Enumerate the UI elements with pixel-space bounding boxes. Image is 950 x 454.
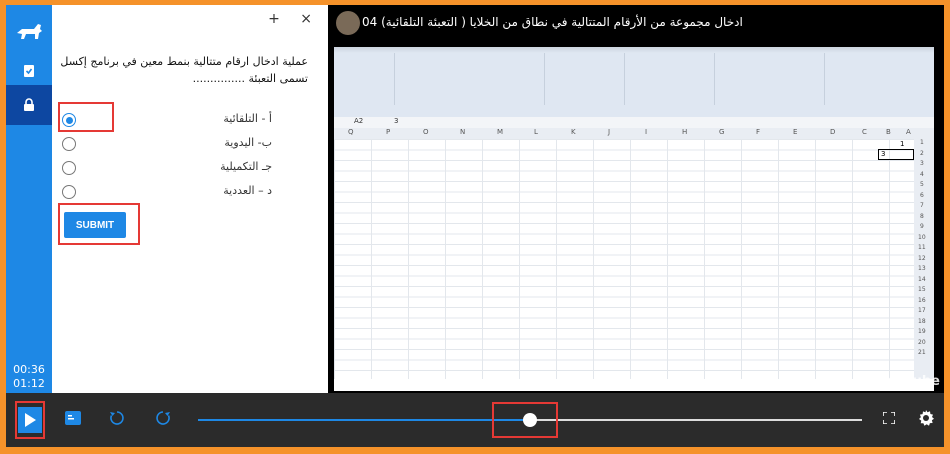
youtube-watermark[interactable]: YouTube xyxy=(879,374,940,389)
option-d[interactable]: د – العددية xyxy=(62,181,302,203)
quiz-header-actions: + × xyxy=(268,11,320,27)
dog-logo-icon xyxy=(17,24,42,39)
gear-icon xyxy=(919,410,934,426)
progress-fill xyxy=(198,419,530,421)
option-label: ب- اليدوية xyxy=(224,136,272,149)
lock-icon xyxy=(24,98,34,111)
name-box: A2 xyxy=(354,117,364,125)
video-title-bar: ادخال مجموعة من الأرقام المتتالية في نطا… xyxy=(328,5,944,53)
settings-button[interactable] xyxy=(916,408,936,428)
radio-icon[interactable] xyxy=(62,185,76,199)
play-button[interactable] xyxy=(18,407,42,433)
play-icon xyxy=(25,413,36,427)
video-player[interactable]: A2 3 Q P O N M L K J I H G F E D C B A 1… xyxy=(328,5,944,393)
rewind-5-icon xyxy=(110,411,124,425)
radio-selected-icon[interactable] xyxy=(62,113,76,127)
fullscreen-icon xyxy=(883,412,895,424)
row-headers: 1 2 3 4 5 6 7 8 9 10 11 12 13 14 15 16 1… xyxy=(914,139,934,379)
player-controls xyxy=(6,393,944,447)
transcript-icon xyxy=(65,411,81,425)
forward-5-icon xyxy=(156,411,170,425)
rail-item-locked[interactable] xyxy=(6,85,52,125)
channel-avatar[interactable] xyxy=(336,11,360,35)
option-label: أ - التلقائية xyxy=(223,112,272,125)
radio-icon[interactable] xyxy=(62,161,76,175)
option-c[interactable]: جـ التكميلية xyxy=(62,157,302,179)
progress-thumb[interactable] xyxy=(523,413,537,427)
left-rail: 00:36 01:12 xyxy=(6,5,52,393)
cell-a2-active: 3 xyxy=(878,149,914,160)
spreadsheet-grid xyxy=(334,139,914,379)
option-a[interactable]: أ - التلقائية xyxy=(62,109,302,131)
radio-icon[interactable] xyxy=(62,137,76,151)
excel-ribbon xyxy=(334,47,934,118)
close-button[interactable]: × xyxy=(300,11,320,27)
add-button[interactable]: + xyxy=(268,11,288,27)
option-b[interactable]: ب- اليدوية xyxy=(62,133,302,155)
quiz-panel: + × عملية ادخال ارقام متتالية بنمط معين … xyxy=(52,5,328,393)
progress-track[interactable] xyxy=(198,413,862,427)
option-label: د – العددية xyxy=(223,184,272,197)
excel-screenshot: A2 3 Q P O N M L K J I H G F E D C B A 1… xyxy=(334,47,934,391)
time-total: 01:12 xyxy=(13,377,45,390)
video-title[interactable]: ادخال مجموعة من الأرقام المتتالية في نطا… xyxy=(362,15,743,29)
forward-5-button[interactable] xyxy=(154,409,172,427)
transcript-button[interactable] xyxy=(64,409,82,427)
cell-a1: 1 xyxy=(900,140,905,148)
app-frame: 00:36 01:12 + × عملية ادخال ارقام متتالي… xyxy=(6,5,944,447)
submit-button[interactable]: SUBMIT xyxy=(64,212,126,238)
option-label: جـ التكميلية xyxy=(220,160,272,173)
clipboard-check-icon xyxy=(24,65,34,77)
rewind-5-button[interactable] xyxy=(108,409,126,427)
question-text: عملية ادخال ارقام متتالية بنمط معين في ب… xyxy=(60,55,308,85)
fullscreen-button[interactable] xyxy=(880,409,898,427)
time-elapsed: 00:36 xyxy=(13,363,45,376)
formula-value: 3 xyxy=(394,117,399,125)
